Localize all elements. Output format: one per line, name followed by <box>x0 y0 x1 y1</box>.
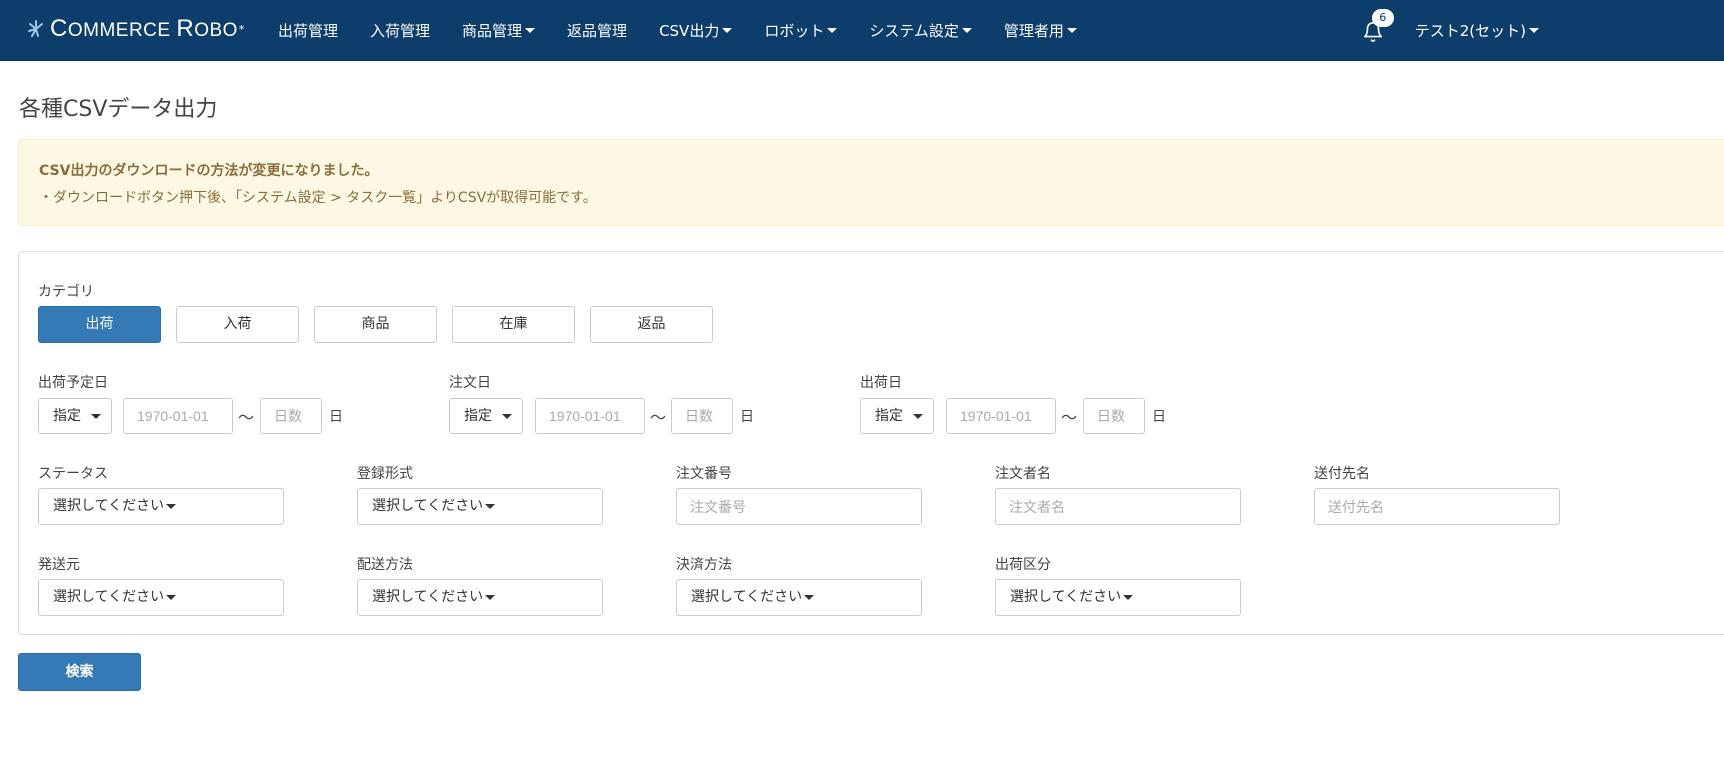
chevron-down-icon <box>166 594 177 600</box>
ship-from-label: 発送元 <box>38 557 80 573</box>
ship-date-label: 出荷日 <box>860 375 902 391</box>
delivery-method-label: 配送方法 <box>357 557 413 573</box>
category-button-product[interactable]: 商品 <box>314 306 437 343</box>
page-title: 各種CSVデータ出力 <box>19 97 218 122</box>
order-days-input[interactable] <box>671 398 733 434</box>
nav-admin[interactable]: 管理者用 <box>1004 20 1077 41</box>
search-button[interactable]: 検索 <box>18 653 141 691</box>
chevron-down-icon <box>913 413 923 419</box>
nav-csv-export[interactable]: CSV出力 <box>659 20 733 41</box>
brand-name: COMMERCE ROBO <box>50 15 238 42</box>
chevron-down-icon <box>961 28 972 33</box>
notifications-button[interactable]: 6 <box>1361 8 1394 43</box>
registration-type-label: 登録形式 <box>357 466 413 482</box>
ship-days-input[interactable] <box>1083 398 1145 434</box>
ship-date-mode-select[interactable]: 指定 <box>860 398 934 434</box>
range-tilde: 〜 <box>238 408 255 427</box>
nav-system-settings[interactable]: システム設定 <box>869 20 972 41</box>
chevron-down-icon <box>827 28 838 33</box>
chevron-down-icon <box>804 594 815 600</box>
order-number-label: 注文番号 <box>676 466 732 482</box>
chevron-down-icon <box>485 503 496 509</box>
notification-count-badge: 6 <box>1371 8 1394 27</box>
brand-spark-icon <box>28 20 43 37</box>
nav-robot[interactable]: ロボット <box>764 20 838 41</box>
days-unit-label: 日 <box>740 409 754 425</box>
order-number-input[interactable] <box>676 488 922 525</box>
range-tilde: 〜 <box>650 408 667 427</box>
nav-product-management[interactable]: 商品管理 <box>462 20 536 41</box>
notice-alert: CSV出力のダウンロードの方法が変更になりました。 ・ダウンロードボタン押下後、… <box>18 139 1724 226</box>
order-date-input[interactable] <box>535 398 645 434</box>
nav-shipping-management[interactable]: 出荷管理 <box>278 20 338 41</box>
chevron-down-icon <box>722 28 733 33</box>
recipient-name-label: 送付先名 <box>1314 466 1370 482</box>
days-unit-label: 日 <box>1152 409 1166 425</box>
chevron-down-icon <box>502 413 512 419</box>
category-label: カテゴリ <box>38 284 94 300</box>
category-button-shipping[interactable]: 出荷 <box>38 306 161 343</box>
chevron-down-icon <box>91 413 101 419</box>
order-date-mode-select[interactable]: 指定 <box>449 398 523 434</box>
category-button-inventory[interactable]: 在庫 <box>452 306 575 343</box>
main-menu: 出荷管理 入荷管理 商品管理 返品管理 CSV出力 ロボット システム設定 管理… <box>278 0 1109 61</box>
chevron-down-icon <box>1529 28 1539 33</box>
orderer-name-label: 注文者名 <box>995 466 1051 482</box>
scheduled-ship-date-input[interactable] <box>123 398 233 434</box>
ship-date-input[interactable] <box>946 398 1056 434</box>
chevron-down-icon <box>525 28 536 33</box>
chevron-down-icon <box>166 503 177 509</box>
status-label: ステータス <box>38 466 108 482</box>
days-unit-label: 日 <box>329 409 343 425</box>
notice-title: CSV出力のダウンロードの方法が変更になりました。 <box>39 163 379 179</box>
delivery-method-dropdown[interactable]: 選択してください <box>357 579 603 616</box>
ship-from-dropdown[interactable]: 選択してください <box>38 579 284 616</box>
nav-receiving-management[interactable]: 入荷管理 <box>370 20 430 41</box>
chevron-down-icon <box>485 594 496 600</box>
chevron-down-icon <box>1066 28 1077 33</box>
top-navbar: COMMERCE ROBO * 出荷管理 入荷管理 商品管理 返品管理 CSV出… <box>0 0 1724 61</box>
scheduled-ship-date-label: 出荷予定日 <box>38 375 108 391</box>
payment-method-dropdown[interactable]: 選択してください <box>676 579 922 616</box>
nav-right: 6 テスト2(セット) <box>1361 0 1724 61</box>
range-tilde: 〜 <box>1061 408 1078 427</box>
scheduled-ship-days-input[interactable] <box>260 398 322 434</box>
shipping-category-label: 出荷区分 <box>995 557 1051 573</box>
shipping-category-dropdown[interactable]: 選択してください <box>995 579 1241 616</box>
brand-mark: * <box>238 22 245 36</box>
recipient-name-input[interactable] <box>1314 488 1560 525</box>
scheduled-ship-date-mode-select[interactable]: 指定 <box>38 398 112 434</box>
orderer-name-input[interactable] <box>995 488 1241 525</box>
registration-type-dropdown[interactable]: 選択してください <box>357 488 603 525</box>
user-name: テスト2(セット) <box>1414 22 1526 40</box>
category-button-receiving[interactable]: 入荷 <box>176 306 299 343</box>
category-button-return[interactable]: 返品 <box>590 306 713 343</box>
user-menu[interactable]: テスト2(セット) <box>1415 20 1539 41</box>
nav-return-management[interactable]: 返品管理 <box>567 20 627 41</box>
status-dropdown[interactable]: 選択してください <box>38 488 284 525</box>
brand-logo[interactable]: COMMERCE ROBO * <box>26 14 244 44</box>
notice-body: ・ダウンロードボタン押下後、「システム設定 > タスク一覧」よりCSVが取得可能… <box>39 190 597 206</box>
chevron-down-icon <box>1123 594 1134 600</box>
order-date-label: 注文日 <box>449 375 491 391</box>
payment-method-label: 決済方法 <box>676 557 732 573</box>
